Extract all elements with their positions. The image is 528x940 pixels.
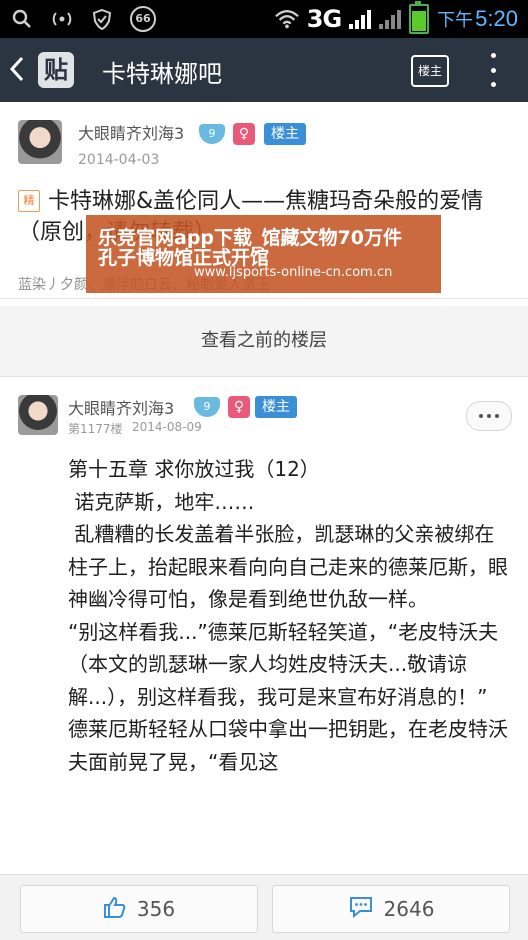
avatar[interactable] [18, 120, 62, 164]
battery-icon [409, 1, 430, 34]
status-ampm: 下午 [437, 10, 474, 31]
more-horizontal-icon[interactable] [466, 401, 512, 431]
cell-signal-icon [379, 9, 402, 29]
level-badge: 9 [194, 397, 220, 417]
cell-signal-icon [349, 9, 372, 29]
back-icon[interactable] [8, 54, 38, 84]
reply-post: 大眼睛齐刘海3 9 ♀ 楼主 第1177楼 2014-08-09 第十五章 求你… [0, 376, 528, 875]
status-bar: 66 3G 下午5:20 [0, 0, 528, 38]
floor-number: 第1177楼 [68, 422, 123, 436]
search-icon [10, 7, 34, 31]
page-title[interactable]: 卡特琳娜吧 [102, 54, 222, 89]
wifi-icon [274, 7, 299, 31]
female-icon: ♀ [233, 123, 255, 145]
paragraph: 德莱厄斯轻轻从口袋中拿出一把钥匙，在老皮特沃夫面前晃了晃，“看见这 [68, 717, 508, 774]
more-vertical-icon[interactable] [486, 53, 500, 87]
post-content: 第十五章 求你放过我（12） 诺克萨斯，地牢…… 乱糟糟的长发盖着半张脸，凯瑟琳… [68, 453, 512, 778]
comment-button[interactable]: 2646 [272, 885, 510, 933]
top-navbar: 贴 卡特琳娜吧 楼主 [0, 38, 528, 102]
network-type: 3G [306, 5, 342, 33]
comment-icon [348, 895, 374, 924]
comment-count: 2646 [383, 897, 435, 921]
view-previous-floors-button[interactable]: 查看之前的楼层 [0, 306, 528, 376]
wifi-signal-icon [50, 7, 74, 31]
only-author-button[interactable]: 楼主 [411, 55, 449, 87]
post-date: 2014-08-09 [132, 420, 202, 434]
female-icon: ♀ [228, 396, 250, 418]
shield-icon [90, 7, 114, 31]
notification-count-icon: 66 [130, 6, 156, 32]
ad-overlay[interactable]: 乐竞官网app下载_馆藏文物70万件 孔子博物馆正式开馆 www.ljsport… [86, 215, 441, 293]
like-button[interactable]: 356 [20, 885, 258, 933]
paragraph: “别这样看我...”德莱厄斯轻轻笑道，“老皮特沃夫（本文的凯瑟琳一家人均姓皮特沃… [68, 619, 499, 709]
chapter-heading: 第十五章 求你放过我（12） [68, 457, 320, 481]
like-count: 356 [136, 897, 176, 921]
louzhu-badge: 楼主 [255, 396, 297, 418]
post-date: 2014-04-03 [78, 152, 160, 168]
username[interactable]: 大眼睛齐刘海3 [78, 120, 184, 144]
paragraph: 乱糟糟的长发盖着半张脸，凯瑟琳的父亲被绑在柱子上，抬起眼来看向向自己走来的德莱厄… [68, 522, 508, 611]
thumbs-up-icon [103, 895, 127, 924]
paragraph: 诺克萨斯，地牢…… [68, 489, 255, 514]
username[interactable]: 大眼睛齐刘海3 [68, 395, 174, 419]
louzhu-badge: 楼主 [264, 123, 306, 145]
bottom-action-bar: 356 2646 [0, 874, 528, 940]
level-badge: 9 [199, 124, 225, 144]
tieba-logo[interactable]: 贴 [38, 52, 74, 88]
ad-url: www.ljsports-online-cn.com.cn [194, 265, 393, 280]
status-time: 5:20 [475, 6, 518, 31]
divider [0, 298, 528, 299]
avatar[interactable] [18, 395, 58, 435]
